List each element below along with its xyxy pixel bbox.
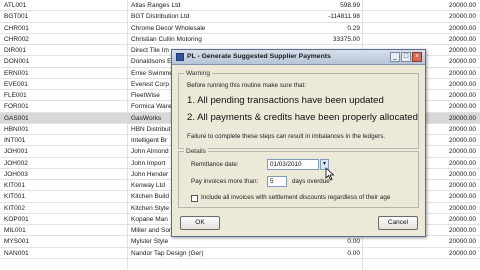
balance-cell: -114811.98 [328,13,360,21]
credit-limit-cell: 20000.00 [448,80,476,88]
table-row[interactable]: CHR001 Chrome Decor Wholesale 0.29 20000.00 [0,23,480,34]
credit-limit-cell: 20000.00 [448,182,476,189]
supplier-code-cell: GAS001 [4,114,29,122]
credit-limit-cell: 20000.00 [448,69,476,77]
supplier-code-cell: KIT001 [4,193,25,201]
supplier-name-cell: Atlas Ranges Ltd [131,2,181,9]
include-discounts-checkbox[interactable] [191,195,198,202]
credit-limit-cell: 20000.00 [448,58,476,66]
supplier-name-cell: Nandor Tap Design (Ger) [131,249,204,257]
supplier-name-cell: Chrome Decor Wholesale [131,24,206,32]
balance-cell: 0.29 [347,24,360,32]
remittance-date-field[interactable]: 01/03/2010 [267,159,319,170]
supplier-code-cell: DON001 [4,58,30,66]
credit-limit-cell: 20000.00 [448,249,476,257]
credit-limit-cell: 20000.00 [448,125,476,133]
credit-limit-cell: 20000.00 [448,148,476,156]
dialog-titlebar[interactable]: PL - Generate Suggested Supplier Payment… [172,50,425,65]
credit-limit-cell: 20000.00 [448,227,476,234]
credit-limit-cell: 20000.00 [448,215,476,223]
app-icon [176,53,184,61]
supplier-name-cell: Christian Cullin Motoring [131,35,202,43]
table-row[interactable]: ATL001 Atlas Ranges Ltd 598.99 20000.00 [0,0,480,12]
credit-limit-cell: 20000.00 [448,204,476,212]
credit-limit-cell: 20000.00 [448,238,476,246]
credit-limit-cell: 20000.00 [448,114,476,122]
supplier-code-cell: CHR001 [4,24,29,32]
warning-point-2: 2. All payments & credits have been prop… [187,112,418,123]
table-row[interactable]: BGT001 BGT Distribution Ltd -114811.98 2000… [0,11,480,23]
warning-group: Warning Before running this routine make… [178,70,419,149]
credit-limit-cell: 20000.00 [448,159,476,167]
balance-cell: 0.00 [347,238,360,246]
supplier-code-cell: EVE001 [4,80,28,88]
balance-cell: 0.00 [347,249,360,257]
credit-limit-cell: 20000.00 [448,193,476,201]
table-row[interactable]: NAN001 Nandor Tap Design (Ger) 0.00 20000.0… [0,248,480,259]
supplier-code-cell: MIL001 [4,227,26,234]
supplier-name-cell: BGT Distribution Ltd [131,13,190,21]
warning-footer: Failure to complete these steps can resu… [187,133,386,140]
credit-limit-cell: 20000.00 [448,137,476,144]
warning-intro: Before running this routine make sure th… [187,82,307,89]
remittance-date-label: Remittance date: [191,161,239,168]
supplier-code-cell: FLE001 [4,92,27,99]
mouse-cursor-icon [325,167,335,181]
supplier-code-cell: KOP001 [4,215,29,223]
table-row[interactable]: MYS001 Mylster Style 0.00 20000.00 [0,236,480,248]
include-discounts-label: Include all invoices with settlement dis… [201,194,391,201]
credit-limit-cell: 20000.00 [448,35,476,43]
pay-invoices-label: Pay invoices more than: [191,178,259,185]
supplier-code-cell: ATL001 [4,2,27,9]
minimize-button[interactable]: _ [390,52,400,62]
cancel-button[interactable]: Cancel [378,216,418,230]
credit-limit-cell: 20000.00 [448,13,476,21]
table-row[interactable]: CHR002 Christian Cullin Motoring 33375.00 2… [0,34,480,45]
overdue-days-field[interactable]: 5 [267,176,287,187]
supplier-code-cell: MYS001 [4,238,29,246]
supplier-code-cell: BGT001 [4,13,29,21]
credit-limit-cell: 20000.00 [448,47,476,54]
details-group: Details Remittance date: 01/03/2010 ▾ Pa… [178,148,419,208]
credit-limit-cell: 20000.00 [448,2,476,9]
supplier-code-cell: KIT002 [4,204,25,212]
supplier-code-cell: FOR001 [4,103,29,111]
supplier-code-cell: NAN001 [4,249,29,257]
credit-limit-cell: 20000.00 [448,103,476,111]
ok-button[interactable]: OK [180,216,220,230]
supplier-code-cell: ERN001 [4,69,29,77]
supplier-code-cell: JOH003 [4,170,28,178]
suggested-payments-dialog: PL - Generate Suggested Supplier Payment… [171,49,426,237]
credit-limit-cell: 20000.00 [448,24,476,32]
dialog-title: PL - Generate Suggested Supplier Payment… [187,53,331,60]
warning-point-1: 1. All pending transactions have been up… [187,95,384,106]
supplier-code-cell: KIT001 [4,182,25,189]
details-group-label: Details [184,148,208,156]
supplier-code-cell: JOH001 [4,148,28,156]
supplier-code-cell: DIR001 [4,47,27,54]
warning-group-label: Warning [184,70,212,78]
credit-limit-cell: 20000.00 [448,92,476,99]
maximize-button[interactable]: □ [401,52,411,62]
supplier-code-cell: INT001 [4,137,26,144]
supplier-code-cell: CHR002 [4,35,29,43]
supplier-code-cell: JOH002 [4,159,28,167]
supplier-name-cell: Mylster Style [131,238,169,246]
balance-cell: 33375.00 [332,35,360,43]
close-button[interactable]: × [412,52,422,62]
supplier-code-cell: HBN001 [4,125,29,133]
credit-limit-cell: 20000.00 [448,170,476,178]
balance-cell: 598.99 [340,2,360,9]
